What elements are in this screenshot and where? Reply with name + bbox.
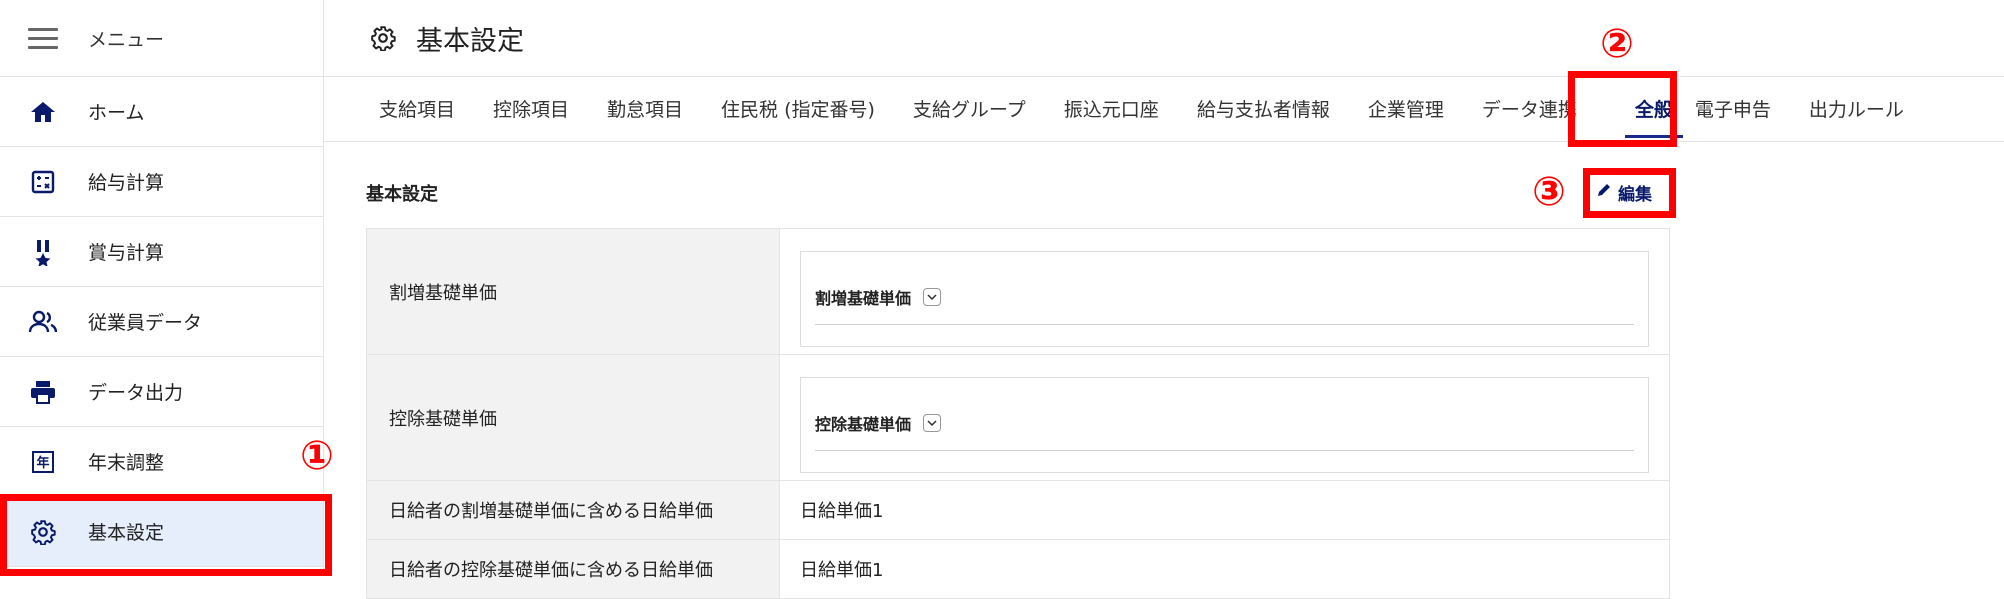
chevron-down-icon[interactable] [923, 288, 942, 306]
sidebar: メニュー ホーム 給与計算 賞与計算 従業員データ データ出力 年 年末調整 基… [0, 0, 324, 576]
page-title: 基本設定 [416, 25, 524, 57]
sidebar-item-label: 賞与計算 [88, 242, 165, 264]
chevron-down-icon[interactable] [923, 414, 942, 432]
settings-table: 割増基礎単価 割増基礎単価 控除基礎単価 控除基礎単価 日給者の割増基礎単価に含… [366, 228, 1670, 599]
row-label: 控除基礎単価 [366, 355, 780, 480]
tab-resident-tax[interactable]: 住民税 (指定番号) [721, 76, 875, 142]
settings-tabs: 支給項目 控除項目 勤怠項目 住民税 (指定番号) 支給グループ 振込元口座 給… [324, 76, 2004, 142]
tab-e-filing[interactable]: 電子申告 [1695, 76, 1771, 142]
annotation-number-3: ③ [1532, 169, 1566, 215]
tab-data-integration[interactable]: データ連携 [1482, 76, 1577, 142]
table-row: 日給者の控除基礎単価に含める日給単価 日給単価1 [366, 540, 1670, 599]
hamburger-menu-icon[interactable] [28, 27, 58, 49]
tab-payment-items[interactable]: 支給項目 [379, 76, 455, 142]
sidebar-item-settings[interactable]: 基本設定 [0, 497, 323, 567]
menu-label: メニュー [88, 28, 165, 51]
gear-icon [370, 24, 398, 52]
year-icon: 年 [28, 447, 58, 477]
setting-card: 割増基礎単価 [800, 251, 1649, 347]
tab-output-rules[interactable]: 出力ルール [1809, 76, 1904, 142]
card-label: 割増基礎単価 [815, 289, 912, 308]
home-icon [28, 97, 58, 127]
table-row: 控除基礎単価 控除基礎単価 [366, 355, 1670, 481]
row-value: 日給単価1 [780, 540, 1670, 598]
sidebar-item-label: データ出力 [88, 382, 184, 404]
calculator-icon [28, 167, 58, 197]
tab-payment-group[interactable]: 支給グループ [913, 76, 1026, 142]
tab-company-management[interactable]: 企業管理 [1368, 76, 1444, 142]
sidebar-item-data-export[interactable]: データ出力 [0, 357, 323, 427]
sidebar-item-bonus[interactable]: 賞与計算 [0, 217, 323, 287]
sidebar-item-label: 従業員データ [88, 312, 203, 334]
divider [815, 324, 1634, 325]
edit-button-label: 編集 [1618, 185, 1652, 205]
people-icon [28, 307, 58, 337]
section-title: 基本設定 [366, 184, 438, 205]
row-label: 日給者の控除基礎単価に含める日給単価 [366, 540, 780, 598]
annotation-number-2: ② [1600, 21, 1634, 67]
row-value: 割増基礎単価 [780, 229, 1670, 354]
sidebar-item-label: 給与計算 [88, 172, 165, 194]
row-value: 控除基礎単価 [780, 355, 1670, 480]
edit-button[interactable]: 編集 [1596, 180, 1652, 205]
table-row: 日給者の割増基礎単価に含める日給単価 日給単価1 [366, 481, 1670, 540]
table-row: 割増基礎単価 割増基礎単価 [366, 229, 1670, 355]
row-value: 日給単価1 [780, 481, 1670, 539]
divider [815, 450, 1634, 451]
setting-card: 控除基礎単価 [800, 377, 1649, 473]
sidebar-item-year-end[interactable]: 年 年末調整 [0, 427, 323, 497]
sidebar-item-label: 基本設定 [88, 522, 165, 544]
tab-transfer-account[interactable]: 振込元口座 [1064, 76, 1159, 142]
sidebar-item-home[interactable]: ホーム [0, 77, 323, 147]
row-label: 日給者の割増基礎単価に含める日給単価 [366, 481, 780, 539]
printer-icon [28, 377, 58, 407]
gear-icon [28, 517, 58, 547]
tab-attendance-items[interactable]: 勤怠項目 [607, 76, 683, 142]
sidebar-item-label: 年末調整 [88, 452, 165, 474]
card-label: 控除基礎単価 [815, 415, 912, 434]
sidebar-item-payroll[interactable]: 給与計算 [0, 147, 323, 217]
sidebar-item-label: ホーム [88, 102, 145, 124]
pencil-icon [1596, 182, 1612, 203]
sidebar-menu-header[interactable]: メニュー [0, 0, 323, 77]
tab-payer-info[interactable]: 給与支払者情報 [1197, 76, 1330, 142]
row-label: 割増基礎単価 [366, 229, 780, 354]
tab-deduction-items[interactable]: 控除項目 [493, 76, 569, 142]
sidebar-item-employees[interactable]: 従業員データ [0, 287, 323, 357]
award-icon [28, 237, 58, 267]
page-header: 基本設定 [324, 0, 2004, 77]
annotation-number-1: ① [300, 433, 334, 479]
tab-general[interactable]: 全般 [1624, 76, 1683, 142]
